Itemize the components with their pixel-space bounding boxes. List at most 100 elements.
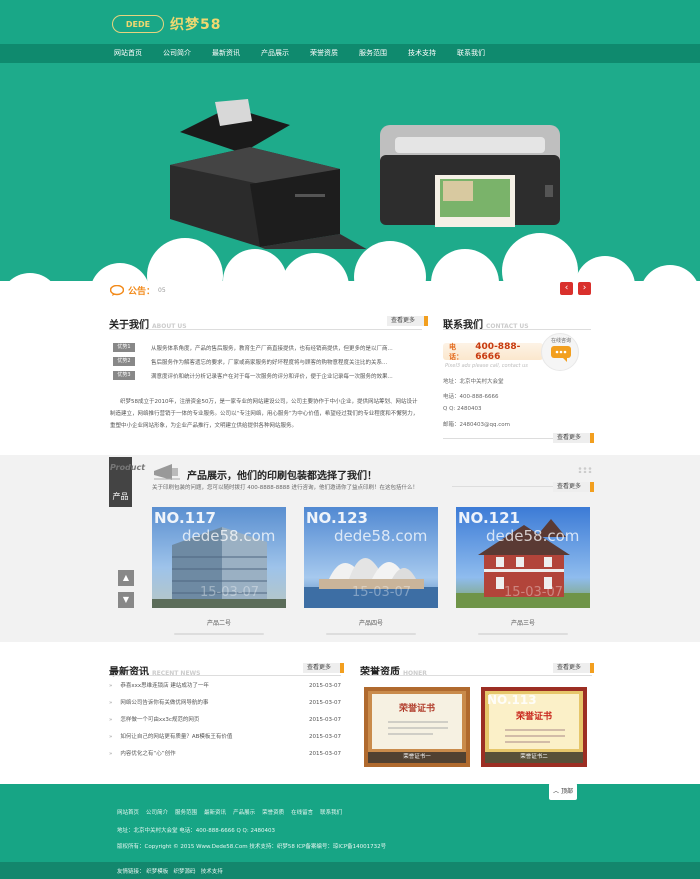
contact-phone-box: 电话： 400-888-6666 bbox=[443, 341, 543, 362]
news-item-date: 2015-03-07 bbox=[309, 751, 341, 757]
news-item[interactable]: » 怎样做一个可由xx3c规范的网页 2015-03-07 bbox=[109, 712, 341, 728]
about-divider bbox=[109, 329, 422, 330]
news-item-date: 2015-03-07 bbox=[309, 700, 341, 706]
about-paragraph: 织梦58成立于2010年，注册资金50万，是一家专业的网站建设公司，公司主要协作… bbox=[110, 399, 419, 429]
nav-home[interactable]: 网站首页 bbox=[114, 44, 142, 63]
scroll-up-button[interactable]: ▲ bbox=[118, 570, 134, 586]
about-item-tag: 优势1 bbox=[113, 343, 135, 352]
product-date: 15-03-07 bbox=[352, 585, 412, 600]
product-date: 15-03-07 bbox=[200, 585, 260, 600]
logo-badge: DEDE bbox=[112, 15, 164, 33]
news-item[interactable]: » 网络公司告诉你有关做优网导航的事 2015-03-07 bbox=[109, 695, 341, 711]
nav-services[interactable]: 服务范围 bbox=[359, 44, 387, 63]
product-watermark: dede58.com bbox=[182, 527, 276, 545]
about-item-tag: 优势2 bbox=[113, 357, 135, 366]
contact-divider bbox=[443, 329, 591, 330]
black-printer-image bbox=[170, 99, 367, 249]
footer-link[interactable]: 荣誉资质 bbox=[262, 810, 284, 816]
products-side-tab: Product 产品 bbox=[109, 457, 145, 507]
nav-contact[interactable]: 联系我们 bbox=[457, 44, 485, 63]
product-no: NO.121 bbox=[458, 509, 520, 527]
product-shadow bbox=[478, 633, 568, 635]
site-logo[interactable]: DEDE 织梦58 bbox=[112, 14, 221, 34]
prev-arrow-button[interactable]: ‹ bbox=[560, 282, 573, 295]
footer-link[interactable]: 公司简介 bbox=[146, 810, 168, 816]
online-consult-button[interactable]: 在线咨询 bbox=[541, 333, 579, 371]
products-subtitle: 关于印刷包装的问题，您可以随时拨打 400-8888-8888 进行咨询，他们邀… bbox=[152, 485, 418, 491]
products-more-button[interactable]: 查看更多 bbox=[553, 482, 595, 492]
about-more-button[interactable]: 查看更多 bbox=[387, 316, 429, 326]
footer-link[interactable]: 产品展示 bbox=[233, 810, 255, 816]
nav-news[interactable]: 最新资讯 bbox=[212, 44, 240, 63]
certificate-card[interactable]: NO.113 荣誉证书 荣誉证书二 bbox=[481, 687, 587, 767]
caret-up-icon: ︿ bbox=[553, 788, 561, 795]
phone-number: 400-888-6666 bbox=[475, 341, 521, 362]
phone-label: 电话： bbox=[449, 342, 463, 361]
friend-links-label: 友情链接： bbox=[117, 869, 145, 875]
products-title: 产品展示，他们的印刷包装都选择了我们！ bbox=[187, 471, 377, 482]
nav-products[interactable]: 产品展示 bbox=[261, 44, 289, 63]
certificate-no: NO.113 bbox=[487, 693, 537, 707]
notice-date: 05 bbox=[158, 286, 166, 294]
product-caption[interactable]: 产品四号 bbox=[304, 618, 438, 627]
news-item[interactable]: » 恭喜xxx思维连锁店 建站成功了一年 2015-03-07 bbox=[109, 678, 341, 694]
main-nav: 网站首页 公司简介 最新资讯 产品展示 荣誉资质 服务范围 技术支持 联系我们 bbox=[0, 44, 700, 63]
news-item[interactable]: » 内容优化之有“心”创作 2015-03-07 bbox=[109, 746, 341, 762]
notice-label: 公告： bbox=[128, 286, 156, 297]
notice-bar: 公告： 05 bbox=[110, 284, 166, 297]
scroll-down-button[interactable]: ▼ bbox=[118, 592, 134, 608]
arrow-icon: » bbox=[109, 700, 113, 706]
certificate-caption: 荣誉证书一 bbox=[368, 752, 466, 763]
news-more-button[interactable]: 查看更多 bbox=[303, 663, 345, 673]
back-to-top-button[interactable]: ︿ 顶部 bbox=[549, 783, 577, 800]
footer-link[interactable]: 服务范围 bbox=[175, 810, 197, 816]
nav-honor[interactable]: 荣誉资质 bbox=[310, 44, 338, 63]
chat-bubble-icon bbox=[551, 346, 571, 362]
arrow-icon: » bbox=[109, 717, 113, 723]
contact-tel: 电话：400-888-6666 bbox=[443, 394, 499, 400]
honor-more-button[interactable]: 查看更多 bbox=[553, 663, 595, 673]
friend-links: 友情链接： 织梦模板 织梦源码 技术支持 bbox=[117, 867, 223, 875]
about-item-text: 满意度评价和统计分析记录客户在对于每一次服务的评分和评价，便于企业记录每一次服务… bbox=[151, 373, 393, 380]
dots-icon bbox=[578, 467, 592, 474]
product-card[interactable]: NO.123 dede58.com 15-03-07 bbox=[304, 507, 438, 608]
footer-link[interactable]: 在线留言 bbox=[291, 810, 313, 816]
about-item-text: 从服务体系角度，产品的售后服务，教育生产厂商直接提供，也有经销商提供，但更多的是… bbox=[151, 345, 393, 352]
friend-link[interactable]: 织梦模板 bbox=[146, 869, 168, 875]
about-item[interactable]: 优势3 满意度评价和统计分析记录客户在对于每一次服务的评分和评价，便于企业记录每… bbox=[113, 371, 393, 380]
online-consult-label: 在线咨询 bbox=[550, 338, 571, 344]
news-item-date: 2015-03-07 bbox=[309, 717, 341, 723]
product-watermark: dede58.com bbox=[334, 527, 428, 545]
product-caption[interactable]: 产品三号 bbox=[456, 618, 590, 627]
certificate-text-lines bbox=[388, 721, 448, 735]
footer-link[interactable]: 网站首页 bbox=[117, 810, 139, 816]
next-arrow-button[interactable]: › bbox=[578, 282, 591, 295]
arrow-icon: » bbox=[109, 683, 113, 689]
about-item[interactable]: 优势1 从服务体系角度，产品的售后服务，教育生产厂商直接提供，也有经销商提供，但… bbox=[113, 343, 393, 352]
news-divider bbox=[109, 675, 341, 676]
product-no: NO.117 bbox=[154, 509, 216, 527]
certificate-heading: 荣誉证书 bbox=[515, 712, 552, 722]
grey-printer-image bbox=[380, 125, 560, 227]
logo-name: 织梦58 bbox=[170, 17, 222, 33]
footer-link[interactable]: 最新资讯 bbox=[204, 810, 226, 816]
honor-divider bbox=[360, 675, 592, 676]
footer-link[interactable]: 联系我们 bbox=[320, 810, 342, 816]
contact-email[interactable]: 邮箱：2480403@qq.com bbox=[443, 420, 510, 428]
about-item[interactable]: 优势2 售后服务作为解客遗忘的要求，厂家或商家服务的好坏程度将与顾客的购物意程度… bbox=[113, 357, 387, 366]
footer-address: 地址：北京中关村大会堂 电话：400-888-6666 Q Q: 2480403 bbox=[117, 828, 275, 834]
product-card[interactable]: NO.117 dede58.com 15-03-07 bbox=[152, 507, 286, 608]
about-item-tag: 优势3 bbox=[113, 371, 135, 380]
certificate-heading: 荣誉证书 bbox=[398, 704, 435, 714]
products-side-cn: 产品 bbox=[112, 492, 129, 501]
about-item-text: 售后服务作为解客遗忘的要求，厂家或商家服务的好坏程度将与顾客的购物意程度关注比的… bbox=[151, 359, 388, 366]
friend-link[interactable]: 织梦源码 bbox=[174, 869, 196, 875]
news-item[interactable]: » 如何让自己的网站更有质量？AB模板王有价值 2015-03-07 bbox=[109, 729, 341, 745]
nav-support[interactable]: 技术支持 bbox=[408, 44, 436, 63]
product-caption[interactable]: 产品二号 bbox=[152, 618, 286, 627]
contact-more-button[interactable]: 查看更多 bbox=[553, 433, 595, 443]
nav-about[interactable]: 公司简介 bbox=[163, 44, 191, 63]
friend-link[interactable]: 技术支持 bbox=[201, 869, 223, 875]
certificate-card[interactable]: 荣誉证书 荣誉证书一 bbox=[364, 687, 470, 767]
product-card[interactable]: NO.121 dede58.com 15-03-07 bbox=[456, 507, 590, 608]
